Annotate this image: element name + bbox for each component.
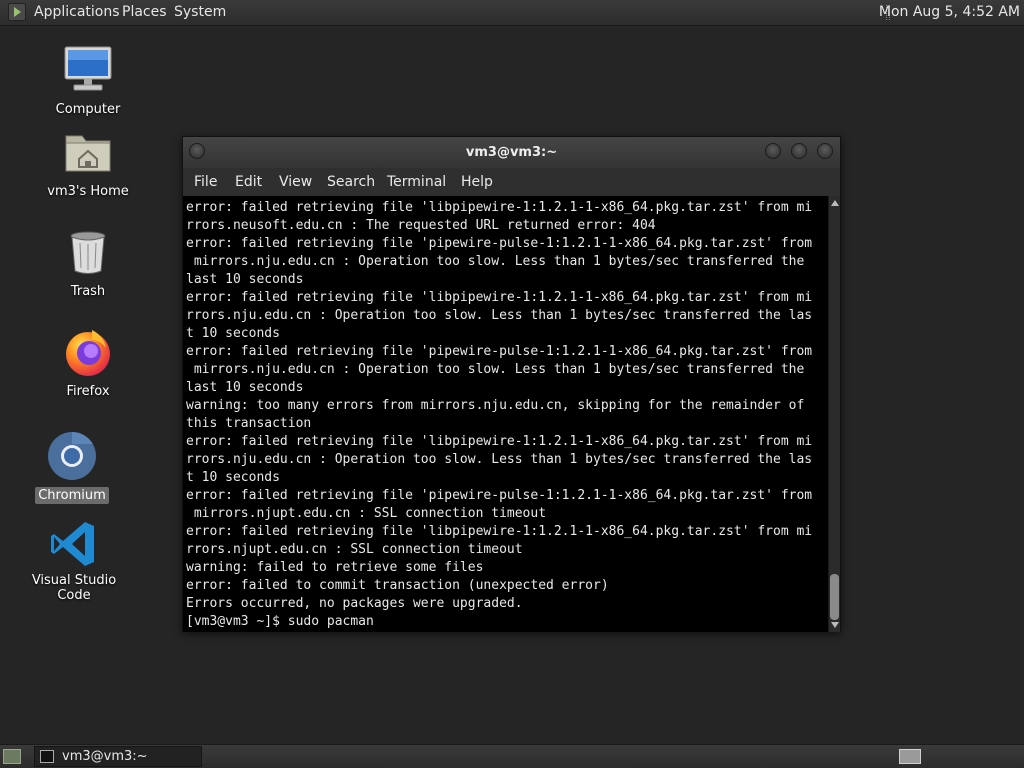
window-menubar: File Edit View Search Terminal Help	[183, 168, 840, 196]
top-panel: Applications Places System Mon Aug 5, 4:…	[0, 0, 1024, 26]
clock[interactable]: Mon Aug 5, 4:52 AM	[879, 4, 1020, 20]
desktop-icon-home[interactable]: vm3's Home	[28, 126, 148, 200]
terminal-line: t 10 seconds	[186, 470, 280, 485]
desktop-icon-vscode[interactable]: Visual Studio Code	[14, 518, 134, 604]
close-button[interactable]	[817, 143, 833, 159]
bottom-panel: vm3@vm3:~	[0, 744, 1024, 768]
desktop-icon-label: vm3's Home	[47, 184, 129, 199]
terminal-line: warning: failed to retrieve some files	[186, 560, 484, 575]
desktop-icon-label: Chromium	[35, 487, 109, 504]
desktop-icon-label: Visual Studio Code	[31, 573, 117, 603]
terminal-line: mirrors.njupt.edu.cn : SSL connection ti…	[186, 506, 547, 521]
terminal-line: error: failed retrieving file 'libpipewi…	[186, 290, 813, 305]
taskbar-item-terminal[interactable]: vm3@vm3:~	[34, 746, 202, 767]
terminal-line: error: failed retrieving file 'libpipewi…	[186, 524, 813, 539]
menu-terminal[interactable]: Terminal	[387, 174, 446, 190]
terminal-line: mirrors.nju.edu.cn : Operation too slow.…	[186, 362, 805, 377]
system-menu[interactable]: System	[174, 4, 226, 20]
menu-edit[interactable]: Edit	[235, 174, 262, 190]
terminal-line: last 10 seconds	[186, 380, 304, 395]
window-titlebar[interactable]: vm3@vm3:~	[183, 137, 840, 168]
desktop-icon-trash[interactable]: Trash	[28, 226, 148, 300]
terminal-line: last 10 seconds	[186, 272, 304, 287]
scroll-down-icon[interactable]	[831, 622, 839, 628]
terminal-line: error: failed retrieving file 'pipewire-…	[186, 344, 813, 359]
show-desktop-icon[interactable]	[3, 749, 21, 764]
menu-file[interactable]: File	[194, 174, 217, 190]
applications-menu[interactable]: Applications	[34, 4, 120, 20]
scrollbar-thumb[interactable]	[830, 574, 839, 620]
places-menu[interactable]: Places	[122, 4, 167, 20]
vscode-icon	[48, 518, 100, 570]
menu-search[interactable]: Search	[327, 174, 375, 190]
terminal-line: [vm3@vm3 ~]$ sudo pacman	[186, 614, 374, 629]
desktop-icon-label: Computer	[55, 102, 121, 117]
terminal-line: error: failed to commit transaction (une…	[186, 578, 609, 593]
workspace-switcher[interactable]	[899, 749, 921, 764]
computer-icon	[62, 44, 114, 96]
terminal-line: Errors occurred, no packages were upgrad…	[186, 596, 523, 611]
scroll-up-icon[interactable]	[831, 200, 839, 206]
desktop-icon-label: Firefox	[66, 384, 110, 399]
desktop-icon-firefox[interactable]: Firefox	[28, 326, 148, 400]
firefox-icon	[62, 326, 114, 378]
desktop-icon-chromium[interactable]: Chromium	[12, 430, 132, 504]
terminal-line: rrors.neusoft.edu.cn : The requested URL…	[186, 218, 656, 233]
maximize-button[interactable]	[791, 143, 807, 159]
home-folder-icon	[62, 126, 114, 178]
menu-view[interactable]: View	[279, 174, 312, 190]
terminal-line: mirrors.nju.edu.cn : Operation too slow.…	[186, 254, 805, 269]
terminal-line: rrors.nju.edu.cn : Operation too slow. L…	[186, 308, 813, 323]
desktop-icon-label: Trash	[70, 284, 106, 299]
terminal-line: rrors.njupt.edu.cn : SSL connection time…	[186, 542, 523, 557]
terminal-line: error: failed retrieving file 'libpipewi…	[186, 200, 813, 215]
panel-logo-icon[interactable]	[8, 3, 26, 21]
terminal-icon	[40, 750, 54, 763]
terminal-scrollbar[interactable]	[828, 196, 840, 632]
terminal-window[interactable]: vm3@vm3:~ File Edit View Search Terminal…	[182, 136, 841, 632]
terminal-line: this transaction	[186, 416, 312, 431]
terminal-line: t 10 seconds	[186, 326, 280, 341]
chromium-icon	[46, 430, 98, 482]
terminal-line: error: failed retrieving file 'pipewire-…	[186, 488, 813, 503]
menu-help[interactable]: Help	[461, 174, 493, 190]
terminal-line: error: failed retrieving file 'pipewire-…	[186, 236, 813, 251]
terminal-lines: error: failed retrieving file 'libpipewi…	[186, 199, 812, 631]
window-title: vm3@vm3:~	[465, 145, 558, 160]
trash-icon	[62, 226, 114, 278]
desktop-icon-computer[interactable]: Computer	[28, 44, 148, 118]
terminal-output[interactable]: error: failed retrieving file 'libpipewi…	[183, 196, 828, 632]
terminal-line: rrors.nju.edu.cn : Operation too slow. L…	[186, 452, 813, 467]
terminal-line: warning: too many errors from mirrors.nj…	[186, 398, 805, 413]
terminal-line: error: failed retrieving file 'libpipewi…	[186, 434, 813, 449]
minimize-button[interactable]	[765, 143, 781, 159]
taskbar-item-label: vm3@vm3:~	[62, 749, 148, 764]
